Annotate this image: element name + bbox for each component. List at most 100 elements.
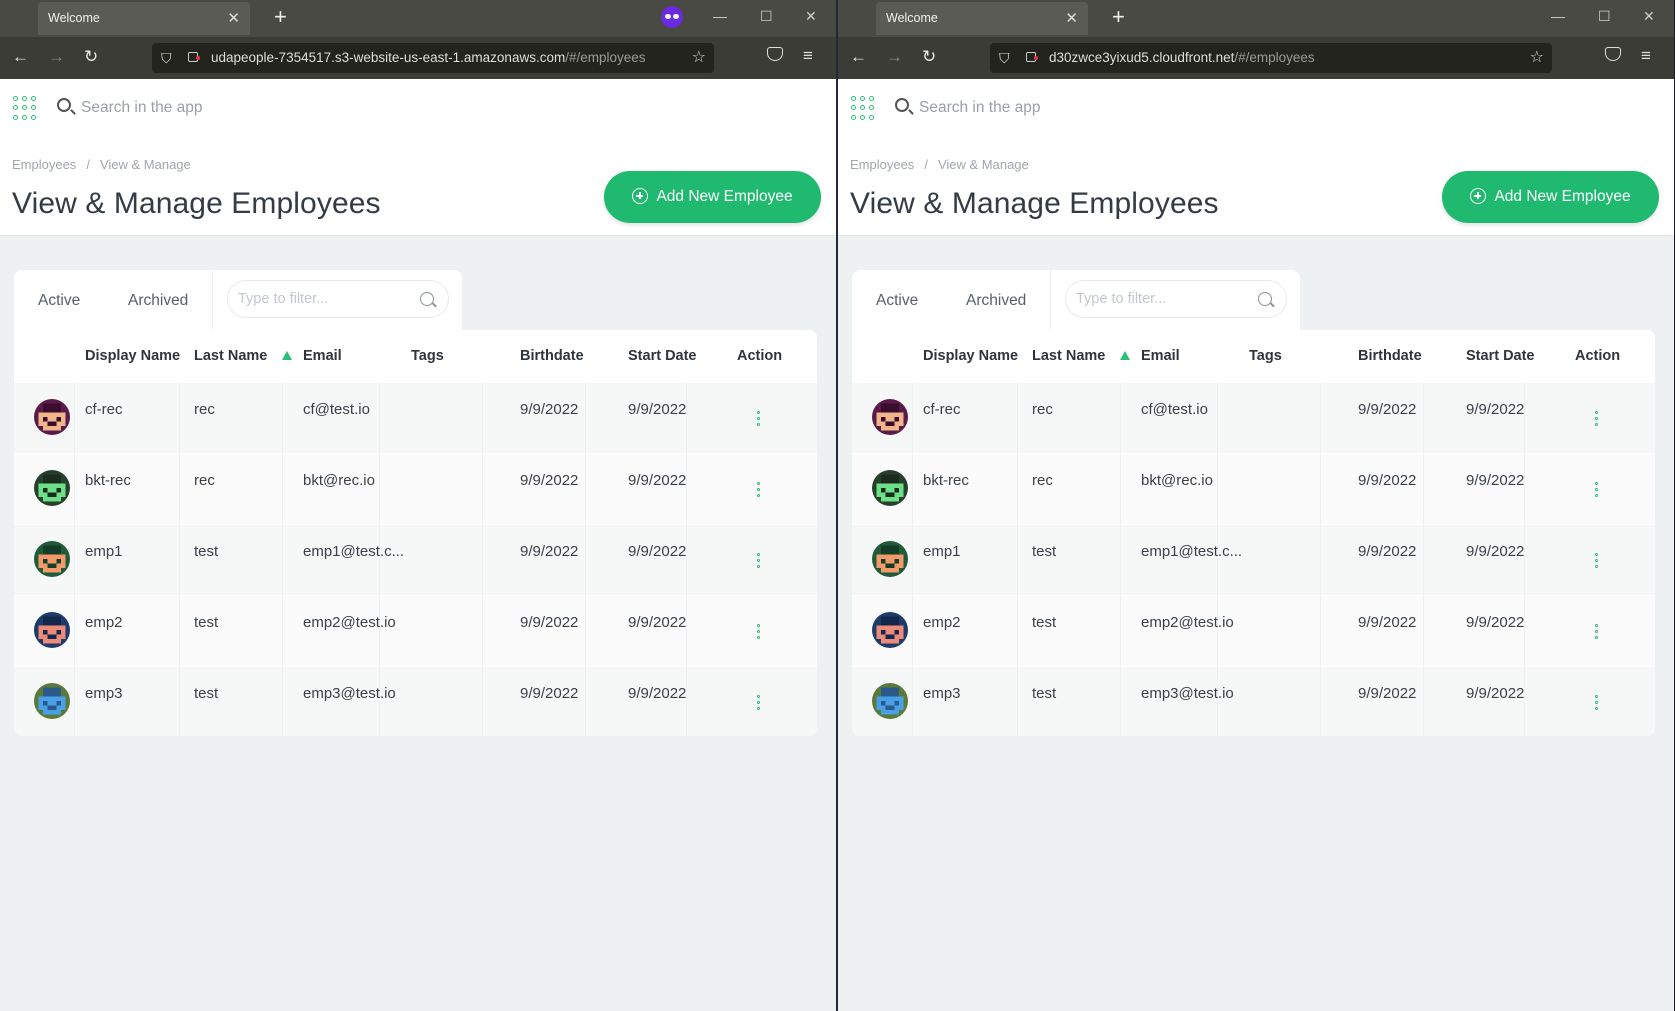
maximize-icon[interactable]: ☐ (1598, 8, 1611, 25)
search-input[interactable] (81, 91, 501, 125)
employees-table: Display Name Last Name Email Tags Birthd… (852, 330, 1655, 736)
table-row[interactable]: cf-rec rec cf@test.io 9/9/2022 9/9/2022 (14, 382, 817, 454)
row-actions-kebab-icon[interactable] (757, 553, 761, 569)
cell-birthdate: 9/9/2022 (520, 401, 579, 418)
row-actions-kebab-icon[interactable] (757, 695, 761, 711)
column-divider (1524, 525, 1525, 596)
cell-display-name: emp2 (923, 614, 961, 631)
row-actions-kebab-icon[interactable] (1595, 411, 1599, 427)
close-window-icon[interactable]: ✕ (1643, 8, 1655, 25)
add-new-employee-button[interactable]: Add New Employee (1442, 171, 1659, 223)
browser-tab[interactable]: Welcome ✕ (38, 2, 250, 35)
col-email[interactable]: Email (1141, 330, 1180, 382)
reload-icon[interactable]: ↻ (922, 47, 936, 67)
column-divider (179, 454, 180, 525)
table-row[interactable]: bkt-rec rec bkt@rec.io 9/9/2022 9/9/2022 (14, 453, 817, 525)
cell-email: emp3@test.io (1141, 685, 1234, 702)
table-row[interactable]: emp2 test emp2@test.io 9/9/2022 9/9/2022 (14, 595, 817, 667)
tab-archived[interactable]: Archived (966, 270, 1026, 332)
row-actions-kebab-icon[interactable] (1595, 695, 1599, 711)
browser-window-right: Welcome ✕ + — ☐ ✕ ← → ↻ ⛉ d30zwce3yixud5… (836, 0, 1674, 1011)
new-tab-icon[interactable]: + (274, 4, 287, 30)
avatar (872, 612, 908, 648)
col-email[interactable]: Email (303, 330, 342, 382)
breadcrumb-employees[interactable]: Employees (12, 157, 76, 172)
minimize-icon[interactable]: — (713, 8, 727, 24)
browser-tab[interactable]: Welcome ✕ (876, 2, 1088, 35)
row-actions-kebab-icon[interactable] (1595, 553, 1599, 569)
breadcrumb-employees[interactable]: Employees (850, 157, 914, 172)
cell-display-name: cf-rec (923, 401, 961, 418)
col-start-date[interactable]: Start Date (628, 330, 697, 382)
col-tags[interactable]: Tags (1249, 330, 1282, 382)
bookmark-star-icon[interactable]: ☆ (1530, 43, 1544, 73)
address-bar[interactable]: ⛉ d30zwce3yixud5.cloudfront.net/#/employ… (990, 43, 1552, 73)
filter-search-icon[interactable] (1258, 292, 1272, 306)
bookmark-star-icon[interactable]: ☆ (692, 43, 706, 73)
new-tab-icon[interactable]: + (1112, 4, 1125, 30)
col-birthdate[interactable]: Birthdate (520, 330, 584, 382)
cell-birthdate: 9/9/2022 (520, 685, 579, 702)
row-actions-kebab-icon[interactable] (1595, 624, 1599, 640)
row-actions-kebab-icon[interactable] (757, 411, 761, 427)
cell-birthdate: 9/9/2022 (1358, 685, 1417, 702)
filter-input[interactable] (238, 281, 408, 317)
pocket-icon[interactable] (767, 47, 783, 61)
close-tab-icon[interactable]: ✕ (1065, 2, 1078, 35)
cell-last-name: test (194, 685, 219, 702)
col-birthdate[interactable]: Birthdate (1358, 330, 1422, 382)
row-actions-kebab-icon[interactable] (757, 624, 761, 640)
close-window-icon[interactable]: ✕ (805, 8, 817, 25)
shield-icon[interactable]: ⛉ (161, 43, 172, 73)
col-last-name[interactable]: Last Name (194, 330, 267, 382)
search-input[interactable] (919, 91, 1339, 125)
row-actions-kebab-icon[interactable] (1595, 482, 1599, 498)
employee-tabs: Active Archived (13, 270, 462, 332)
back-icon[interactable]: ← (850, 47, 867, 67)
reload-icon[interactable]: ↻ (84, 47, 98, 67)
tab-active[interactable]: Active (13, 270, 105, 332)
table-row[interactable]: emp1 test emp1@test.c... 9/9/2022 9/9/2022 (14, 524, 817, 596)
table-row[interactable]: bkt-rec rec bkt@rec.io 9/9/2022 9/9/2022 (852, 453, 1655, 525)
sort-ascending-icon[interactable] (282, 351, 292, 360)
filter-input[interactable] (1076, 281, 1246, 317)
close-tab-icon[interactable]: ✕ (227, 2, 240, 35)
table-row[interactable]: emp1 test emp1@test.c... 9/9/2022 9/9/2022 (852, 524, 1655, 596)
table-row[interactable]: cf-rec rec cf@test.io 9/9/2022 9/9/2022 (852, 382, 1655, 454)
sort-ascending-icon[interactable] (1120, 351, 1130, 360)
col-start-date[interactable]: Start Date (1466, 330, 1535, 382)
col-display-name[interactable]: Display Name (85, 330, 180, 382)
column-divider (179, 383, 180, 454)
table-row[interactable]: emp3 test emp3@test.io 9/9/2022 9/9/2022 (852, 666, 1655, 736)
column-divider (282, 383, 283, 454)
add-new-employee-button[interactable]: Add New Employee (604, 171, 821, 223)
lock-icon[interactable] (1026, 52, 1038, 62)
forward-icon[interactable]: → (48, 47, 65, 67)
tab-archived[interactable]: Archived (128, 270, 188, 332)
column-divider (1320, 383, 1321, 454)
address-bar[interactable]: ⛉ udapeople-7354517.s3-website-us-east-1… (152, 43, 714, 73)
apps-grid-icon[interactable] (13, 96, 37, 120)
filter-search-icon[interactable] (420, 292, 434, 306)
apps-grid-icon[interactable] (851, 96, 875, 120)
back-icon[interactable]: ← (12, 47, 29, 67)
cell-last-name: test (194, 614, 219, 631)
row-actions-kebab-icon[interactable] (757, 482, 761, 498)
column-divider (379, 454, 380, 525)
col-last-name[interactable]: Last Name (1032, 330, 1105, 382)
minimize-icon[interactable]: — (1551, 8, 1565, 24)
column-divider (482, 667, 483, 736)
shield-icon[interactable]: ⛉ (999, 43, 1010, 73)
maximize-icon[interactable]: ☐ (760, 8, 773, 25)
column-divider (1423, 596, 1424, 667)
table-row[interactable]: emp2 test emp2@test.io 9/9/2022 9/9/2022 (852, 595, 1655, 667)
menu-icon[interactable]: ≡ (1641, 46, 1651, 66)
col-display-name[interactable]: Display Name (923, 330, 1018, 382)
menu-icon[interactable]: ≡ (803, 46, 813, 66)
table-row[interactable]: emp3 test emp3@test.io 9/9/2022 9/9/2022 (14, 666, 817, 736)
lock-icon[interactable] (188, 52, 200, 62)
col-tags[interactable]: Tags (411, 330, 444, 382)
tab-active[interactable]: Active (851, 270, 943, 332)
forward-icon[interactable]: → (886, 47, 903, 67)
pocket-icon[interactable] (1605, 47, 1621, 61)
